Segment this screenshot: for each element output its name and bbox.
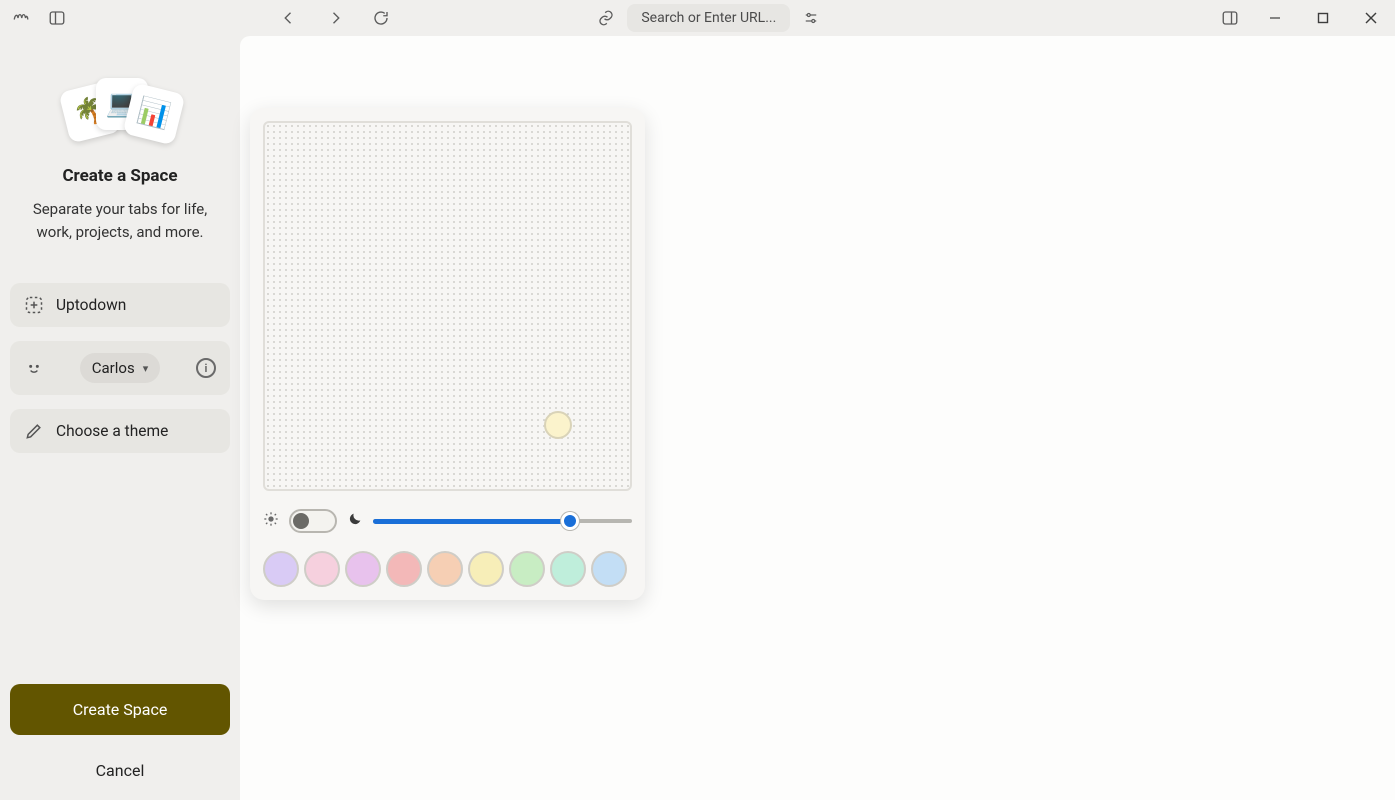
profile-chip[interactable]: Carlos ▾ <box>80 353 160 383</box>
sidebar: 🌴 💻 📊 Create a Space Separate your tabs … <box>0 36 240 800</box>
chevron-down-icon: ▾ <box>143 362 149 375</box>
sidebar-toggle-icon[interactable] <box>46 7 68 29</box>
space-icons-illustration: 🌴 💻 📊 <box>60 76 180 146</box>
color-swatches <box>263 551 632 587</box>
profile-option[interactable]: Carlos ▾ i <box>10 341 230 395</box>
split-view-icon[interactable] <box>1219 7 1241 29</box>
cancel-button[interactable]: Cancel <box>10 751 230 790</box>
window-maximize-button[interactable] <box>1309 4 1337 32</box>
pencil-icon <box>24 421 44 441</box>
sun-icon <box>263 511 279 531</box>
color-swatch[interactable] <box>263 551 299 587</box>
nav-back-button[interactable] <box>278 7 300 29</box>
color-swatch[interactable] <box>427 551 463 587</box>
color-swatch[interactable] <box>304 551 340 587</box>
site-settings-icon[interactable] <box>800 7 822 29</box>
color-swatch[interactable] <box>468 551 504 587</box>
theme-preview[interactable] <box>263 121 632 491</box>
space-icon-placeholder-icon <box>24 295 44 315</box>
url-search-input[interactable]: Search or Enter URL... <box>627 4 790 32</box>
window-minimize-button[interactable] <box>1261 4 1289 32</box>
theme-option[interactable]: Choose a theme <box>10 409 230 453</box>
toggle-knob <box>293 513 309 529</box>
url-search-placeholder: Search or Enter URL... <box>641 10 776 26</box>
create-space-button[interactable]: Create Space <box>10 684 230 735</box>
profile-face-icon <box>24 358 44 378</box>
color-swatch[interactable] <box>550 551 586 587</box>
preview-accent-handle[interactable] <box>544 411 572 439</box>
reload-button[interactable] <box>370 7 392 29</box>
illustration-card: 📊 <box>122 82 185 145</box>
info-icon[interactable]: i <box>196 358 216 378</box>
copy-link-icon[interactable] <box>595 7 617 29</box>
app-logo-icon <box>10 7 32 29</box>
slider-thumb[interactable] <box>561 512 579 530</box>
sidebar-subtitle: Separate your tabs for life, work, proje… <box>10 198 230 243</box>
moon-icon <box>347 511 363 531</box>
window-close-button[interactable] <box>1357 4 1385 32</box>
dark-mode-toggle[interactable] <box>289 509 337 533</box>
color-swatch[interactable] <box>345 551 381 587</box>
color-swatch[interactable] <box>509 551 545 587</box>
sidebar-title: Create a Space <box>10 166 230 186</box>
space-name-option[interactable]: Uptodown <box>10 283 230 327</box>
titlebar: Search or Enter URL... <box>0 0 1395 36</box>
profile-name-label: Carlos <box>92 359 135 377</box>
intensity-slider[interactable] <box>373 511 632 531</box>
nav-forward-button[interactable] <box>324 7 346 29</box>
theme-label: Choose a theme <box>56 422 168 440</box>
color-swatch[interactable] <box>591 551 627 587</box>
space-name-label: Uptodown <box>56 296 126 314</box>
main-content-area <box>240 36 1395 800</box>
color-swatch[interactable] <box>386 551 422 587</box>
theme-picker-panel <box>250 108 645 600</box>
slider-fill <box>373 519 570 524</box>
